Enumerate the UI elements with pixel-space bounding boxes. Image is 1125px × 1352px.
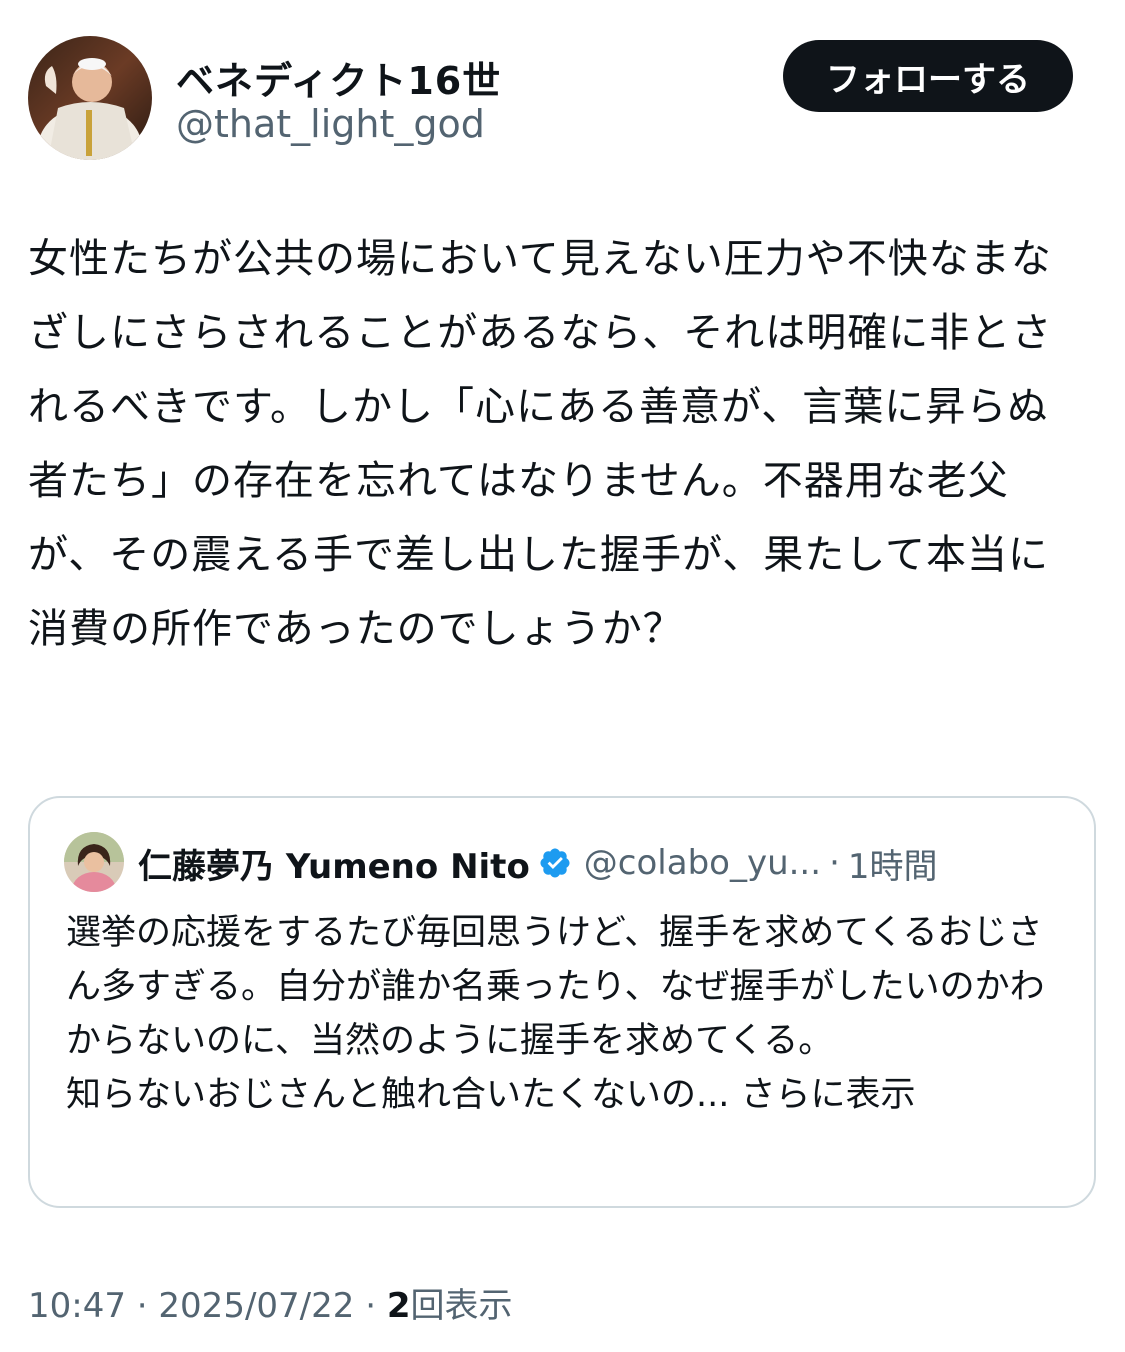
quoted-author-name[interactable]: 仁藤夢乃 Yumeno Nito [138,839,530,888]
show-more-link[interactable]: さらに表示 [741,1075,916,1115]
views-label: 回表示 [410,1286,513,1326]
follow-button[interactable]: フォローする [783,40,1073,112]
tweet-text: 女性たちが公共の場において見えない圧力や不快なまなざしにさらされることがあるなら… [28,236,1053,652]
author-avatar[interactable] [28,36,152,160]
quoted-tweet[interactable]: 仁藤夢乃 Yumeno Nito @colabo_yu... · 1時間 選挙の… [28,796,1096,1208]
quoted-tweet-header: 仁藤夢乃 Yumeno Nito @colabo_yu... · 1時間 [138,838,1078,888]
tweet-date[interactable]: 2025/07/22 [158,1286,354,1326]
quoted-avatar-image [64,832,124,892]
verified-badge-icon [538,846,572,880]
tweet-header: ベネディクト16世 @that_light_god フォローする [28,36,1098,166]
tweet-meta: 10:47 · 2025/07/22 · 2回表示 [28,1278,513,1327]
author-handle[interactable]: @that_light_god [176,102,485,146]
quoted-tweet-text: 選挙の応援をするたび毎回思うけど、握手を求めてくるおじさん多すぎる。自分が誰か名… [66,906,1066,1122]
separator-dot: · [829,843,840,883]
author-name[interactable]: ベネディクト16世 [176,50,501,105]
quoted-tweet-time[interactable]: 1時間 [848,839,938,888]
author-avatar-image [28,36,152,160]
views-count: 2 [386,1286,411,1326]
separator-dot: · [365,1286,377,1326]
quoted-author-handle[interactable]: @colabo_yu... [584,843,821,883]
tweet-time[interactable]: 10:47 [28,1286,126,1326]
separator-dot: · [136,1286,148,1326]
quoted-author-avatar[interactable] [64,832,124,892]
